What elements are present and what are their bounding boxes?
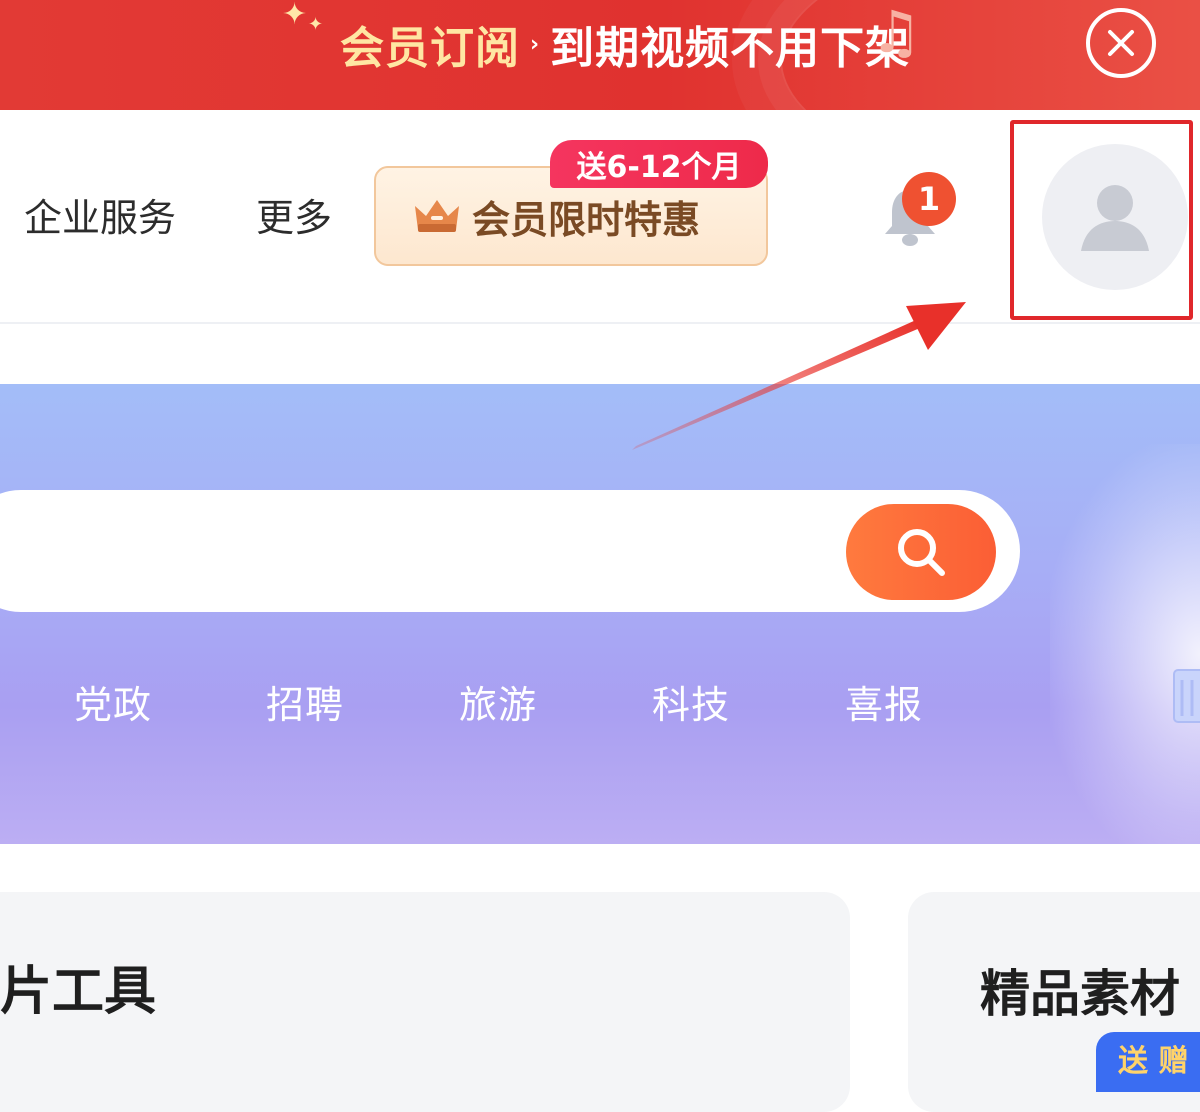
hero-tag-travel[interactable]: 旅游 <box>459 680 537 730</box>
hero-tag-good-news[interactable]: 喜报 <box>845 680 923 730</box>
nav-more[interactable]: 更多 <box>256 198 332 238</box>
promo-separator: › <box>530 31 541 57</box>
hero-hot-tags: 党政 招聘 旅游 科技 喜报 <box>0 680 1000 730</box>
crown-icon <box>415 200 459 232</box>
sparkle-icon: ✦ <box>308 14 324 35</box>
user-avatar-icon <box>1081 185 1149 251</box>
hero-tag-recruitment[interactable]: 招聘 <box>266 680 344 730</box>
premium-materials-badge: 送 赠 <box>1096 1032 1200 1092</box>
music-note-icon: ♫ <box>870 0 922 66</box>
hero-glow-decoration <box>1050 444 1200 844</box>
top-header: 企业服务 更多 会员限时特惠 送6-12个月 1 <box>0 110 1200 324</box>
search-icon <box>898 529 945 576</box>
vip-gift-badge: 送6-12个月 <box>550 140 768 188</box>
promo-rest-text: 到期视频不用下架 <box>550 23 911 74</box>
close-icon <box>1108 30 1134 56</box>
notification-count-badge: 1 <box>902 172 956 226</box>
vip-offer-label: 会员限时特惠 <box>472 197 701 242</box>
search-input[interactable] <box>30 520 790 580</box>
building-illustration-icon <box>1173 669 1200 723</box>
user-avatar[interactable] <box>1042 144 1188 290</box>
search-button[interactable] <box>846 504 996 600</box>
premium-materials-title: 精品素材 <box>980 965 1180 1023</box>
search-bar <box>0 490 1020 612</box>
hero-section: 党政 招聘 旅游 科技 喜报 <box>0 384 1200 844</box>
promo-close-button[interactable] <box>1086 8 1156 78</box>
promo-banner[interactable]: ✦ ✦ 会员订阅 › 到期视频不用下架 ♫ <box>0 0 1200 110</box>
sparkle-icon: ✦ <box>282 0 308 32</box>
hero-tag-party-government[interactable]: 党政 <box>74 680 152 730</box>
tools-card-title: 片工具 <box>0 962 157 1022</box>
promo-highlight-text: 会员订阅 <box>340 23 520 74</box>
nav-enterprise-services[interactable]: 企业服务 <box>24 198 176 238</box>
promo-text: 会员订阅 › 到期视频不用下架 <box>340 14 910 74</box>
hero-tag-technology[interactable]: 科技 <box>652 680 730 730</box>
